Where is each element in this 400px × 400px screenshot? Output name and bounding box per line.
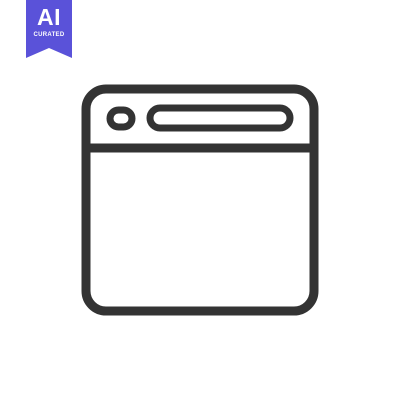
canvas: AI CURATED bbox=[0, 0, 400, 400]
browser-window-icon bbox=[0, 0, 400, 400]
window-frame bbox=[81, 84, 319, 316]
browser-window-graphic bbox=[81, 84, 319, 316]
window-control-dot bbox=[106, 106, 136, 131]
address-bar bbox=[146, 104, 294, 132]
